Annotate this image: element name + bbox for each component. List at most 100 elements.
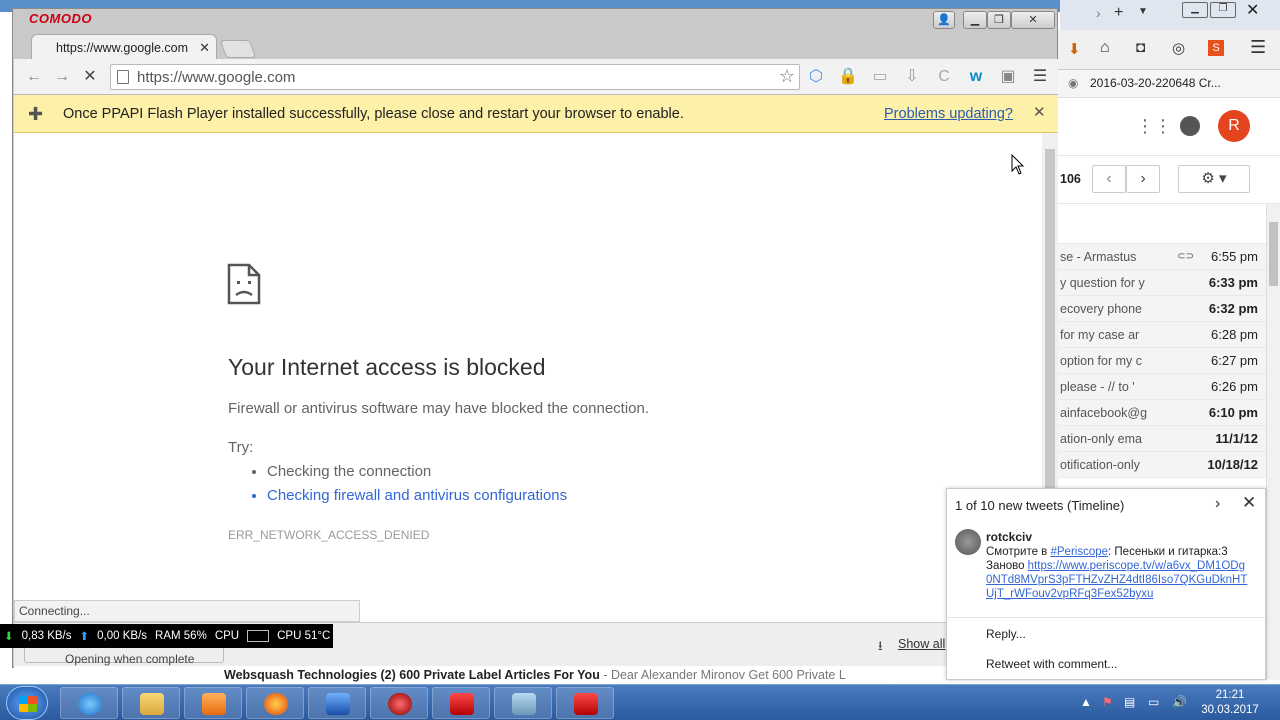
mail-subject: se - Armastus bbox=[1060, 249, 1137, 264]
pocket-icon[interactable]: ◘ bbox=[1136, 39, 1145, 56]
tab-google[interactable]: https://www.google.com ✕ bbox=[31, 34, 217, 60]
tweet-username[interactable]: rotckciv bbox=[986, 530, 1032, 544]
maximize-button[interactable]: ❐ bbox=[1210, 2, 1236, 18]
web-icon[interactable]: w bbox=[966, 67, 986, 87]
apps-grid-icon[interactable]: ⋮⋮ bbox=[1136, 116, 1172, 137]
comodo-icon bbox=[450, 693, 474, 715]
tray-expand-icon[interactable]: ▲ bbox=[1080, 695, 1092, 709]
extension-icon[interactable]: ▭ bbox=[870, 67, 890, 87]
taskbar-dragon[interactable] bbox=[370, 687, 428, 719]
home-icon[interactable]: ⌂ bbox=[1100, 39, 1110, 57]
download-icon[interactable]: ⇩ bbox=[902, 67, 922, 87]
tray-clock[interactable]: 21:21 30.03.2017 bbox=[1200, 688, 1260, 718]
mail-row[interactable]: ainfacebook@g 6:10 pm bbox=[1058, 400, 1266, 426]
taskbar-firefox[interactable] bbox=[246, 687, 304, 719]
bookmark-item[interactable]: 2016-03-20-220648 Cr... bbox=[1090, 76, 1221, 90]
chevron-right-icon[interactable]: › bbox=[1096, 5, 1101, 21]
mail-row[interactable]: for my case ar 6:28 pm bbox=[1058, 322, 1266, 348]
tweet-reply-button[interactable]: Reply... bbox=[986, 627, 1026, 641]
gmail-toolbar: 106 ‹ › ⚙ ▾ bbox=[1058, 156, 1280, 204]
close-button[interactable]: ✕ bbox=[1246, 0, 1259, 20]
mail-row[interactable]: otification-only 10/18/12 bbox=[1058, 452, 1266, 478]
tray-device-icon[interactable]: ▤ bbox=[1124, 695, 1135, 709]
tray-volume-icon[interactable]: 🔊 bbox=[1172, 695, 1187, 709]
cpu-graph bbox=[247, 630, 270, 642]
taskbar-comodo-2[interactable] bbox=[556, 687, 614, 719]
mail-bottom-row[interactable]: Websquash Technologies (2) 600 Private L… bbox=[224, 668, 944, 684]
upload-speed: 0,00 KB/s bbox=[97, 630, 148, 642]
taskbar-explorer[interactable] bbox=[122, 687, 180, 719]
mail-row[interactable]: ecovery phone 6:32 pm bbox=[1058, 296, 1266, 322]
start-button[interactable] bbox=[6, 686, 48, 720]
tweet-retweet-button[interactable]: Retweet with comment... bbox=[986, 657, 1117, 671]
tweet-hashtag[interactable]: #Periscope bbox=[1050, 546, 1108, 558]
mail-row[interactable]: please - // to ' 6:26 pm bbox=[1058, 374, 1266, 400]
tray-network-icon[interactable]: ▭ bbox=[1148, 695, 1159, 709]
problems-updating-link[interactable]: Problems updating? bbox=[884, 106, 1013, 122]
suggestion-firewall-link[interactable]: Checking firewall and antivirus configur… bbox=[267, 487, 567, 504]
plus-icon[interactable]: + bbox=[1114, 4, 1123, 22]
minimize-button[interactable]: ▁ bbox=[1182, 2, 1208, 18]
mail-subject: option for my c bbox=[1060, 353, 1142, 368]
back-icon[interactable]: ← bbox=[24, 67, 44, 87]
close-icon[interactable]: ✕ bbox=[1242, 493, 1256, 513]
show-all-downloads-link[interactable]: Show all bbox=[898, 637, 945, 651]
maximize-button[interactable]: ❐ bbox=[987, 11, 1011, 29]
mouse-cursor-icon bbox=[1011, 154, 1025, 175]
network-icon bbox=[512, 693, 536, 715]
bookmark-star-icon[interactable]: ☆ bbox=[779, 66, 795, 87]
mail-time: 6:33 pm bbox=[1208, 275, 1258, 290]
mail-subject: ainfacebook@g bbox=[1060, 405, 1148, 420]
notifications-icon[interactable] bbox=[1180, 116, 1200, 136]
forward-icon[interactable]: → bbox=[52, 67, 72, 87]
menu-icon[interactable]: ☰ bbox=[1250, 37, 1266, 58]
gmail-header: ⋮⋮ R bbox=[1058, 98, 1280, 156]
tray-security-icon[interactable]: ⚑ bbox=[1102, 695, 1113, 709]
extension-icon[interactable]: S bbox=[1208, 40, 1224, 56]
taskbar-media[interactable] bbox=[184, 687, 242, 719]
chevron-down-icon[interactable]: ▼ bbox=[1138, 6, 1148, 17]
sync-icon[interactable]: ◎ bbox=[1172, 39, 1185, 57]
prev-page-button[interactable]: ‹ bbox=[1092, 165, 1126, 193]
mail-row[interactable]: ation-only ema 11/1/12 bbox=[1058, 426, 1266, 452]
menu-icon[interactable]: ☰ bbox=[1030, 67, 1050, 87]
close-button[interactable]: ✕ bbox=[1011, 11, 1055, 29]
page-icon bbox=[117, 70, 129, 84]
tab-close-icon[interactable]: ✕ bbox=[199, 40, 210, 56]
taskbar-comodo[interactable] bbox=[432, 687, 490, 719]
upload-arrow-icon: ⬆ bbox=[79, 631, 90, 643]
address-bar[interactable]: https://www.google.com ☆ bbox=[110, 64, 800, 90]
next-page-button[interactable]: › bbox=[1126, 165, 1160, 193]
infobar-close-icon[interactable]: ✕ bbox=[1033, 103, 1046, 121]
mail-time: 6:32 pm bbox=[1208, 301, 1258, 316]
settings-button[interactable]: ⚙ ▾ bbox=[1178, 165, 1250, 193]
new-tab-button[interactable] bbox=[219, 40, 257, 58]
bookmarks-bar: ◉ 2016-03-20-220648 Cr... bbox=[1058, 70, 1280, 98]
tweet-avatar[interactable] bbox=[955, 529, 981, 555]
profile-button[interactable]: 👤 bbox=[933, 11, 955, 29]
infobar-message: Once PPAPI Flash Player installed succes… bbox=[63, 106, 684, 122]
stop-icon[interactable]: ✕ bbox=[80, 67, 100, 87]
mail-scrollbar[interactable] bbox=[1266, 204, 1280, 680]
tweet-text-start: Смотрите в bbox=[986, 546, 1051, 558]
widget-icon[interactable]: ▣ bbox=[998, 67, 1018, 87]
mail-row[interactable]: option for my c 6:27 pm bbox=[1058, 348, 1266, 374]
shield-icon[interactable]: ⬡ bbox=[806, 67, 826, 87]
page-content: Your Internet access is blocked Firewall… bbox=[14, 133, 1042, 668]
mail-snippet: - Dear Alexander Mironov Get 600 Private… bbox=[603, 668, 846, 682]
minimize-button[interactable]: ▁ bbox=[963, 11, 987, 29]
mail-row[interactable]: y question for y 6:33 pm bbox=[1058, 270, 1266, 296]
account-avatar[interactable]: R bbox=[1218, 110, 1250, 142]
cpu-label: CPU bbox=[214, 630, 240, 642]
lock-icon[interactable]: 🔒 bbox=[838, 67, 858, 87]
download-icon[interactable]: ⬇ bbox=[1068, 40, 1081, 58]
network-meter-widget: ⬇ 0,83 KB/s ⬆ 0,00 KB/s RAM 56% CPU CPU … bbox=[0, 624, 333, 648]
mail-subject: y question for y bbox=[1060, 275, 1145, 290]
taskbar-app[interactable] bbox=[308, 687, 366, 719]
chevron-right-icon[interactable]: › bbox=[1215, 495, 1220, 513]
taskbar-ie[interactable] bbox=[60, 687, 118, 719]
taskbar-network[interactable] bbox=[494, 687, 552, 719]
share-icon[interactable]: C bbox=[934, 67, 954, 87]
ram-usage: RAM 56% bbox=[155, 630, 207, 642]
mail-row[interactable]: se - Armastus ⊂⊃ 6:55 pm bbox=[1058, 244, 1266, 270]
